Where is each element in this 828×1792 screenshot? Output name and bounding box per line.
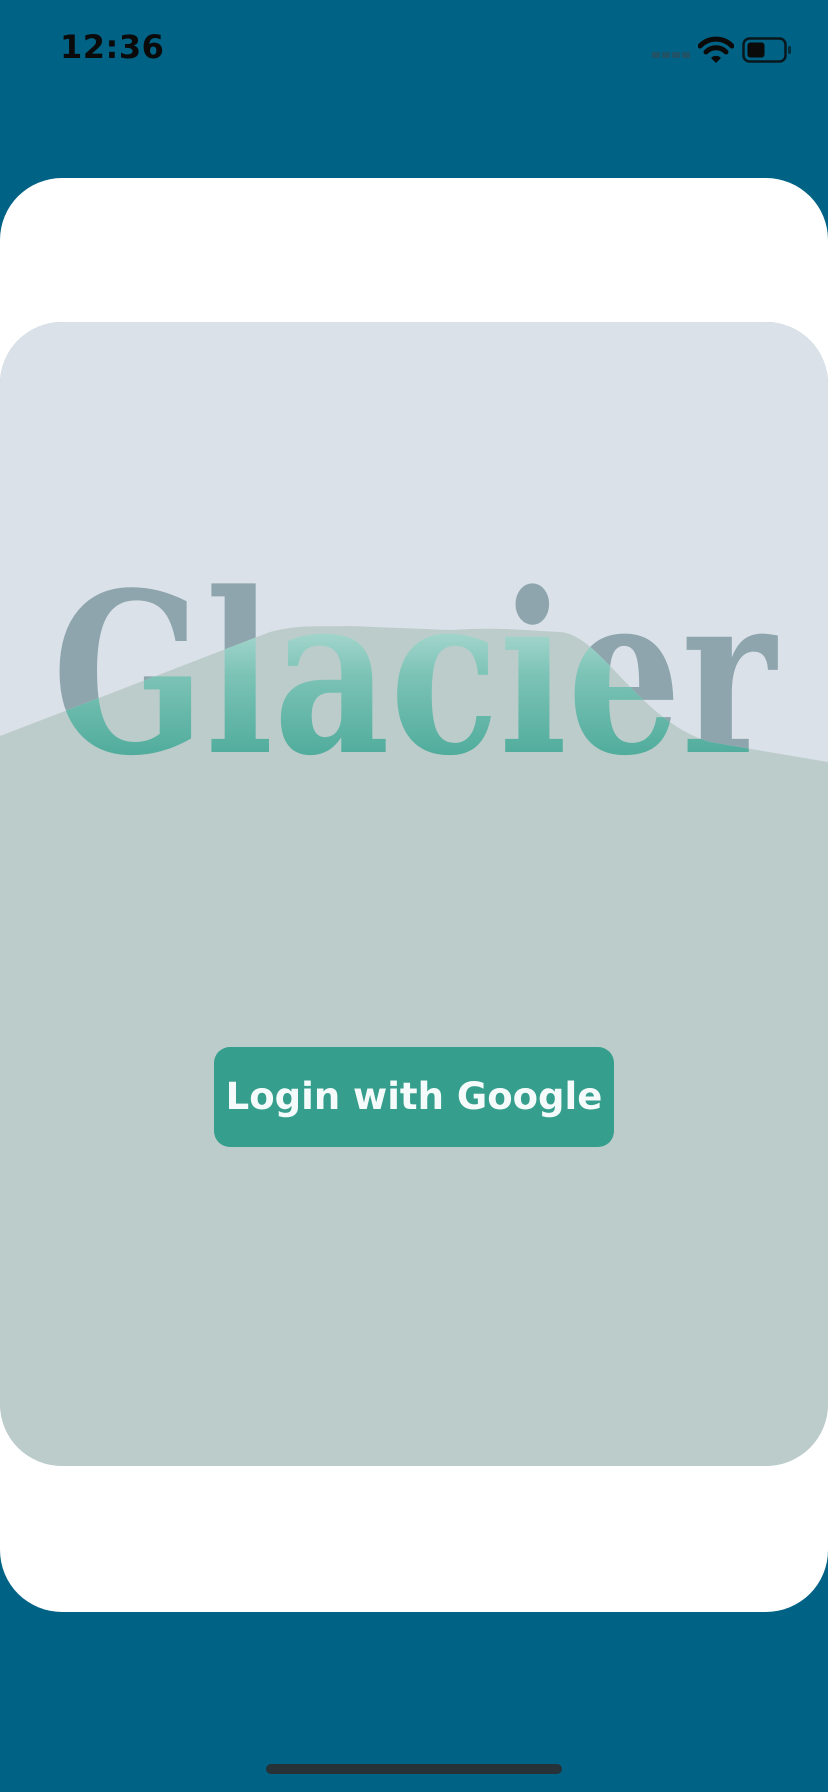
login-with-google-button[interactable]: Login with Google — [214, 1047, 614, 1147]
status-bar: 12:36 — [0, 0, 828, 100]
battery-icon — [742, 37, 791, 63]
home-indicator[interactable] — [266, 1764, 562, 1774]
status-time: 12:36 — [60, 28, 165, 66]
login-panel: Glacier Glacier Login with Google — [0, 322, 828, 1466]
signal-icon — [652, 50, 692, 60]
wifi-icon — [698, 36, 734, 63]
app-card: Glacier Glacier Login with Google — [0, 178, 828, 1612]
glacier-illustration: Glacier Glacier — [0, 322, 828, 1466]
